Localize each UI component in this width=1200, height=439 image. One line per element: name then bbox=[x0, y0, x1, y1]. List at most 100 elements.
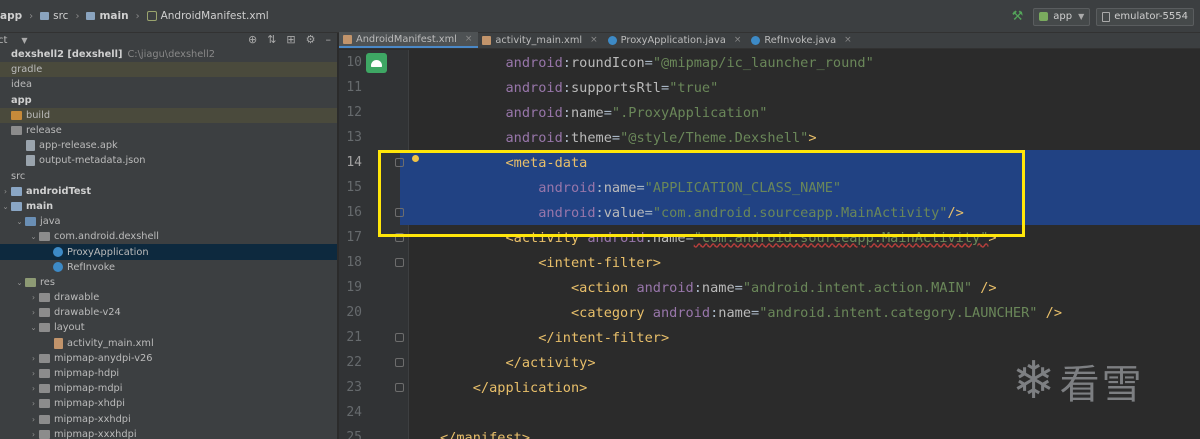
breadcrumb-src[interactable]: src bbox=[40, 10, 68, 22]
tree-item[interactable]: ProxyApplication bbox=[0, 244, 337, 260]
chevron-right-icon[interactable]: › bbox=[28, 430, 39, 439]
code-line[interactable]: 10 android:roundIcon="@mipmap/ic_launche… bbox=[339, 50, 1200, 75]
expand-all-icon[interactable]: ⊞ bbox=[286, 33, 295, 46]
code-line[interactable]: 19 <action android:name="android.intent.… bbox=[339, 275, 1200, 300]
folder-icon bbox=[39, 293, 50, 303]
tree-item[interactable]: › androidTest bbox=[0, 184, 337, 199]
tree-item[interactable]: app-release.apk bbox=[0, 138, 337, 153]
breadcrumb-main[interactable]: main bbox=[86, 10, 129, 22]
hammer-icon[interactable]: ⚒ bbox=[1012, 9, 1024, 24]
tree-item[interactable]: › mipmap-xxhdpi bbox=[0, 412, 337, 427]
folder-icon bbox=[25, 217, 36, 227]
code-line[interactable]: 12 android:name=".ProxyApplication" bbox=[339, 100, 1200, 125]
code-token: : bbox=[693, 279, 702, 296]
code-text: android:theme="@style/Theme.Dexshell"> bbox=[440, 130, 816, 146]
tree-item[interactable]: › drawable bbox=[0, 290, 337, 305]
folder-icon bbox=[86, 12, 96, 20]
device-label: emulator-5554 bbox=[1114, 11, 1188, 22]
tree-item[interactable]: ⌄ main bbox=[0, 199, 337, 214]
chevron-down-icon[interactable]: ▼ bbox=[21, 36, 27, 45]
folder-icon bbox=[25, 277, 36, 287]
tree-item[interactable]: app bbox=[0, 93, 337, 108]
code-token: </application> bbox=[472, 379, 588, 396]
tree-item[interactable]: src bbox=[0, 169, 337, 184]
chevron-right-icon[interactable]: › bbox=[28, 308, 39, 317]
folder-icon bbox=[39, 384, 50, 394]
locate-icon[interactable]: ⊕ bbox=[248, 33, 257, 46]
fold-marker-icon[interactable] bbox=[395, 258, 404, 267]
chevron-right-icon[interactable]: › bbox=[28, 293, 39, 302]
tree-item[interactable]: activity_main.xml bbox=[0, 336, 337, 351]
close-icon[interactable]: × bbox=[590, 35, 598, 45]
chevron-right-icon[interactable]: › bbox=[28, 369, 39, 378]
hide-icon[interactable]: – bbox=[326, 33, 332, 46]
tree-item[interactable]: › drawable-v24 bbox=[0, 305, 337, 320]
editor-tab[interactable]: RefInvoke.java × bbox=[747, 32, 857, 48]
code-line[interactable]: 20 <category android:name="android.inten… bbox=[339, 300, 1200, 325]
collapse-all-icon[interactable]: ⇅ bbox=[267, 33, 276, 46]
editor-tab[interactable]: AndroidManifest.xml × bbox=[339, 32, 479, 48]
tree-item[interactable]: build bbox=[0, 107, 337, 123]
tree-item[interactable]: ⌄ com.android.dexshell bbox=[0, 229, 337, 244]
chevron-down-icon[interactable]: ⌄ bbox=[14, 278, 25, 287]
breadcrumb-manifest[interactable]: AndroidManifest.xml bbox=[146, 10, 269, 22]
chevron-down-icon[interactable]: ⌄ bbox=[28, 323, 39, 332]
fold-marker-icon[interactable] bbox=[395, 358, 404, 367]
tree-item[interactable]: dexshell2 [dexshell] C:\jiagu\dexshell2 bbox=[0, 47, 337, 62]
line-number: 13 bbox=[346, 130, 362, 145]
breadcrumb-app[interactable]: app bbox=[0, 10, 22, 22]
code-line[interactable]: 25 </manifest> bbox=[339, 425, 1200, 439]
fold-marker-icon[interactable] bbox=[395, 383, 404, 392]
fold-marker-icon[interactable] bbox=[395, 333, 404, 342]
chevron-right-icon[interactable]: › bbox=[28, 399, 39, 408]
tree-item-label: ProxyApplication bbox=[67, 246, 149, 258]
run-config-selector[interactable]: app ▼ bbox=[1033, 7, 1091, 26]
code-token: name bbox=[701, 279, 735, 296]
code-token: = bbox=[644, 54, 653, 71]
line-number: 18 bbox=[346, 255, 362, 270]
chevron-right-icon[interactable]: › bbox=[28, 415, 39, 424]
folder-icon bbox=[39, 323, 50, 333]
code-line[interactable]: 11 android:supportsRtl="true" bbox=[339, 75, 1200, 100]
tree-item[interactable]: idea bbox=[0, 77, 337, 92]
chevron-right-icon[interactable]: › bbox=[28, 354, 39, 363]
tree-item[interactable]: output-metadata.json bbox=[0, 153, 337, 168]
code-line[interactable]: 13 android:theme="@style/Theme.Dexshell"… bbox=[339, 125, 1200, 150]
line-number: 20 bbox=[346, 305, 362, 320]
tree-item[interactable]: › mipmap-mdpi bbox=[0, 381, 337, 396]
editor-tab[interactable]: activity_main.xml × bbox=[478, 32, 603, 48]
watermark: ❄ 看雪 bbox=[1012, 352, 1144, 410]
chevron-down-icon[interactable]: ⌄ bbox=[0, 202, 11, 211]
tree-item[interactable]: ⌄ layout bbox=[0, 320, 337, 335]
folder-icon bbox=[40, 12, 50, 20]
tree-item[interactable]: ⌄ res bbox=[0, 275, 337, 290]
chevron-right-icon[interactable]: › bbox=[28, 384, 39, 393]
chevron-right-icon[interactable]: › bbox=[0, 187, 11, 196]
tree-item[interactable]: ⌄ java bbox=[0, 214, 337, 229]
code-line[interactable]: 18 <intent-filter> bbox=[339, 250, 1200, 275]
tree-item[interactable]: › mipmap-xhdpi bbox=[0, 396, 337, 411]
tree-item[interactable]: release bbox=[0, 123, 337, 138]
tree-item[interactable]: › mipmap-hdpi bbox=[0, 366, 337, 381]
close-icon[interactable]: × bbox=[734, 35, 742, 45]
gear-icon[interactable]: ⚙ bbox=[306, 33, 316, 46]
tree-item-label: main bbox=[26, 200, 54, 212]
close-icon[interactable]: × bbox=[465, 34, 473, 44]
project-tree: dexshell2 [dexshell] C:\jiagu\dexshell2 gr… bbox=[0, 47, 337, 439]
tree-item[interactable]: › mipmap-xxxhdpi bbox=[0, 427, 337, 439]
tree-item[interactable]: gradle bbox=[0, 62, 337, 78]
folder-icon bbox=[11, 186, 22, 196]
project-view-selector[interactable]: ct bbox=[0, 35, 7, 46]
close-icon[interactable]: × bbox=[844, 35, 852, 45]
code-line[interactable]: 21 </intent-filter> bbox=[339, 325, 1200, 350]
folder-icon bbox=[39, 308, 50, 318]
tree-item[interactable]: RefInvoke bbox=[0, 260, 337, 275]
editor-tab[interactable]: ProxyApplication.java × bbox=[604, 32, 748, 48]
chevron-down-icon[interactable]: ⌄ bbox=[14, 217, 25, 226]
chevron-down-icon[interactable]: ⌄ bbox=[28, 232, 39, 241]
code-text: </intent-filter> bbox=[440, 330, 669, 346]
device-selector[interactable]: emulator-5554 bbox=[1096, 7, 1194, 26]
editor-tab-label: AndroidManifest.xml bbox=[356, 33, 457, 45]
tree-item[interactable]: › mipmap-anydpi-v26 bbox=[0, 351, 337, 366]
